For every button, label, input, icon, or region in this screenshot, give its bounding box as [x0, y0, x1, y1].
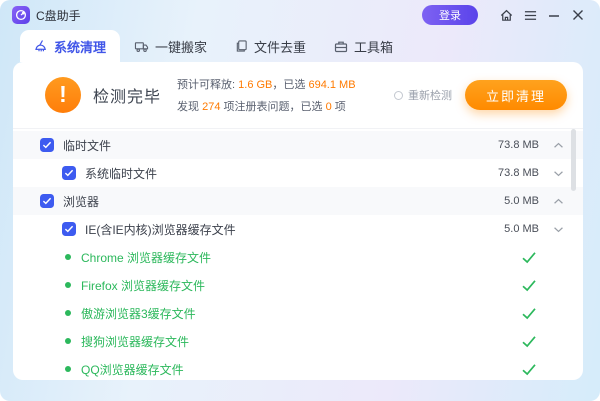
scan-summary: ! 检测完毕 预计可释放: 1.6 GB，已选 694.1 MB 发现 274 …	[13, 62, 583, 128]
item-label: 系统临时文件	[85, 165, 157, 182]
item-size: 5.0 MB	[504, 223, 539, 235]
summary-text-segment: 694.1 MB	[308, 79, 355, 91]
tab-bar: 系统清理 一键搬家 文件去重 工具箱	[0, 30, 600, 62]
summary-text-segment: ，已选	[272, 79, 308, 91]
toolbox-icon	[334, 40, 348, 53]
item-label: QQ浏览器缓存文件	[81, 361, 184, 378]
item-label: 浏览器	[63, 193, 99, 210]
summary-text-segment: 1.6 GB	[238, 79, 272, 91]
done-check-icon	[521, 363, 537, 376]
done-check-icon	[521, 251, 537, 264]
done-check-icon	[521, 279, 537, 292]
cleaned-item-row[interactable]: Firefox 浏览器缓存文件	[13, 271, 583, 299]
checkbox-checked[interactable]	[40, 194, 54, 208]
item-label: IE(含IE内核)浏览器缓存文件	[85, 221, 236, 238]
truck-icon	[134, 40, 149, 53]
chevron-up-icon	[553, 198, 564, 205]
cleanup-item-row[interactable]: 临时文件 73.8 MB	[13, 131, 583, 159]
done-check-icon	[521, 251, 537, 264]
cleaned-item-row[interactable]: Chrome 浏览器缓存文件	[13, 243, 583, 271]
checkbox-check-icon	[64, 225, 74, 233]
item-label: Firefox 浏览器缓存文件	[81, 277, 205, 294]
scan-status-title: 检测完毕	[93, 83, 161, 107]
tab-label: 系统清理	[54, 37, 106, 56]
checkbox-check-icon	[42, 197, 52, 205]
summary-text-segment: 预计可释放:	[177, 79, 238, 91]
checkbox-check-icon	[42, 141, 52, 149]
bullet-dot-icon	[65, 366, 71, 372]
item-label: Chrome 浏览器缓存文件	[81, 249, 211, 266]
app-window: C盘助手 登录 系统清理	[0, 0, 600, 401]
cleaned-item-row[interactable]: QQ浏览器缓存文件	[13, 355, 583, 380]
item-label: 临时文件	[63, 137, 111, 154]
login-button[interactable]: 登录	[422, 5, 478, 25]
tab-label: 一键搬家	[155, 37, 207, 56]
checkbox-checked[interactable]	[40, 138, 54, 152]
item-size: 73.8 MB	[498, 139, 539, 151]
scrollbar-thumb[interactable]	[571, 129, 576, 191]
checkbox-checked[interactable]	[62, 222, 76, 236]
tab-label: 工具箱	[354, 37, 393, 56]
bullet-dot-icon	[65, 310, 71, 316]
summary-text-segment: 项注册表问题，已选	[220, 101, 325, 113]
main-panel: ! 检测完毕 预计可释放: 1.6 GB，已选 694.1 MB 发现 274 …	[13, 62, 583, 380]
chevron-up-icon[interactable]	[551, 142, 565, 149]
done-check-icon	[521, 279, 537, 292]
clean-now-button[interactable]: 立即清理	[465, 80, 567, 110]
checkbox-checked[interactable]	[62, 166, 76, 180]
cleanup-item-row[interactable]: 浏览器 5.0 MB	[13, 187, 583, 215]
done-check-icon	[521, 363, 537, 376]
tab-4[interactable]: 工具箱	[320, 30, 407, 62]
done-check-icon	[521, 335, 537, 348]
chevron-up-icon	[553, 170, 564, 177]
cleanup-item-row[interactable]: IE(含IE内核)浏览器缓存文件 5.0 MB	[13, 215, 583, 243]
done-check-icon	[521, 307, 537, 320]
chevron-down-icon[interactable]	[551, 226, 565, 233]
tab-label: 文件去重	[254, 37, 306, 56]
tab-2[interactable]: 一键搬家	[120, 30, 221, 62]
bullet-dot-icon	[65, 282, 71, 288]
item-size: 5.0 MB	[504, 195, 539, 207]
bullet-dot-icon	[65, 338, 71, 344]
chevron-up-icon	[553, 226, 564, 233]
app-logo-icon	[12, 6, 30, 24]
minimize-icon[interactable]	[542, 4, 566, 26]
summary-text-segment: 274	[202, 101, 220, 113]
broom-icon	[34, 39, 48, 53]
bullet-dot-icon	[65, 254, 71, 260]
scan-status-lines: 预计可释放: 1.6 GB，已选 694.1 MB 发现 274 项注册表问题，…	[177, 76, 356, 114]
home-icon[interactable]	[494, 4, 518, 26]
item-label: 搜狗浏览器缓存文件	[81, 333, 189, 350]
registry-line: 发现 274 项注册表问题，已选 0 项	[177, 98, 356, 114]
broom-icon	[34, 39, 48, 53]
releasable-line: 预计可释放: 1.6 GB，已选 694.1 MB	[177, 76, 356, 92]
summary-text-segment: 发现	[177, 101, 202, 113]
summary-text-segment: 项	[332, 101, 346, 113]
item-label: 傲游浏览器3缓存文件	[81, 305, 196, 322]
menu-icon[interactable]	[518, 4, 542, 26]
chevron-up-icon[interactable]	[551, 198, 565, 205]
tab-1[interactable]: 系统清理	[20, 30, 120, 62]
toolbox-icon	[334, 40, 348, 53]
app-title: C盘助手	[36, 7, 81, 24]
done-check-icon	[521, 335, 537, 348]
recheck-button[interactable]: 重新检测	[394, 87, 452, 103]
truck-icon	[134, 40, 149, 53]
titlebar: C盘助手 登录	[0, 0, 600, 30]
cleaned-item-row[interactable]: 傲游浏览器3缓存文件	[13, 299, 583, 327]
recheck-ring-icon	[394, 91, 403, 100]
cleaned-item-row[interactable]: 搜狗浏览器缓存文件	[13, 327, 583, 355]
close-icon[interactable]	[566, 4, 590, 26]
done-check-icon	[521, 307, 537, 320]
copy-icon	[235, 39, 248, 53]
cleanup-list: 临时文件 73.8 MB 系统临时文件 73.8 MB 浏览器 5.0 MB IE(含…	[13, 128, 583, 380]
chevron-down-icon[interactable]	[551, 170, 565, 177]
item-size: 73.8 MB	[498, 167, 539, 179]
copy-icon	[235, 39, 248, 53]
checkbox-check-icon	[64, 169, 74, 177]
alert-exclamation-icon: !	[45, 77, 81, 113]
tab-3[interactable]: 文件去重	[221, 30, 320, 62]
chevron-up-icon	[553, 142, 564, 149]
cleanup-item-row[interactable]: 系统临时文件 73.8 MB	[13, 159, 583, 187]
